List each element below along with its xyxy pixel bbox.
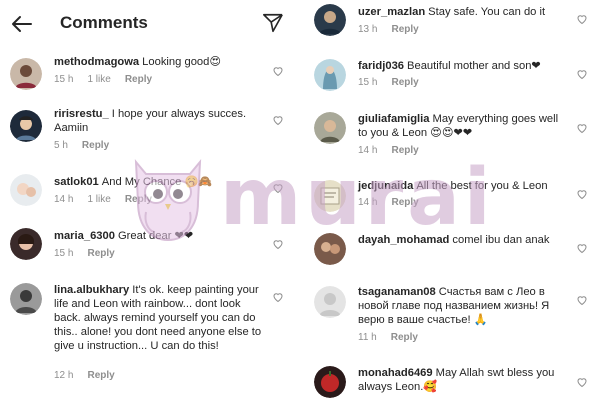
- page-title: Comments: [60, 13, 148, 32]
- comment-time: 12 h: [54, 370, 74, 381]
- comment-body: All the best for you & Leon: [416, 180, 548, 192]
- comment-text: dayah_mohamad comel ibu dan anak: [358, 233, 568, 247]
- like-count[interactable]: 1 like: [87, 74, 110, 85]
- comment-text: methodmagowa Looking good😍: [54, 55, 264, 69]
- comment-text: tsaganaman08 Счастья вам с Лео в новой гл…: [358, 285, 568, 327]
- heart-icon[interactable]: [576, 376, 588, 388]
- comment-text: maria_6300 Great dear ❤❤: [54, 229, 264, 243]
- username[interactable]: tsaganaman08: [358, 286, 436, 298]
- paper-plane-icon[interactable]: [262, 12, 284, 34]
- avatar[interactable]: [314, 59, 346, 91]
- reply-button[interactable]: Reply: [391, 24, 418, 35]
- comment-body: Looking good😍: [142, 56, 222, 68]
- comment-meta: 14 h Reply: [358, 145, 433, 156]
- comment-text: satlok01 And My Chance 🥱🙈: [54, 175, 264, 189]
- comments-panel-left: Comments methodmagowa Looking good😍 15 h1…: [0, 0, 296, 400]
- heart-icon[interactable]: [272, 65, 284, 77]
- comment-time: 5 h: [54, 140, 68, 151]
- avatar[interactable]: [314, 180, 346, 212]
- comment-text: jedjunaida All the best for you & Leon: [358, 179, 568, 193]
- reply-button[interactable]: Reply: [125, 74, 152, 85]
- comment-text: lina.albukhary It's ok. keep painting you…: [54, 283, 264, 353]
- comment-meta: 11 h Reply: [358, 332, 432, 343]
- heart-icon[interactable]: [272, 238, 284, 250]
- username[interactable]: dayah_mohamad: [358, 234, 449, 246]
- comment-time: 14 h: [358, 145, 378, 156]
- comment-time: 15 h: [358, 77, 378, 88]
- comment-text: faridj036 Beautiful mother and son❤: [358, 59, 568, 73]
- comment-time: 13 h: [358, 24, 378, 35]
- avatar[interactable]: [314, 233, 346, 265]
- comment-meta: 5 h Reply: [54, 140, 123, 151]
- avatar[interactable]: [314, 286, 346, 318]
- comment-text: uzer_mazlan Stay safe. You can do it: [358, 5, 568, 19]
- username[interactable]: monahad6469: [358, 367, 433, 379]
- avatar[interactable]: [10, 228, 42, 260]
- username[interactable]: maria_6300: [54, 230, 115, 242]
- comment-text: monahad6469 May Allah swt bless you alway…: [358, 366, 568, 394]
- username[interactable]: giuliafamiglia: [358, 113, 430, 125]
- avatar[interactable]: [10, 58, 42, 90]
- heart-icon[interactable]: [576, 188, 588, 200]
- reply-button[interactable]: Reply: [391, 77, 418, 88]
- heart-icon[interactable]: [576, 242, 588, 254]
- username[interactable]: ririsrestu_: [54, 108, 109, 120]
- reply-button[interactable]: Reply: [82, 140, 109, 151]
- reply-button[interactable]: Reply: [87, 248, 114, 259]
- heart-icon[interactable]: [272, 291, 284, 303]
- comment-time: 14 h: [54, 194, 74, 205]
- reply-button[interactable]: Reply: [391, 145, 418, 156]
- avatar[interactable]: [314, 4, 346, 36]
- reply-button[interactable]: Reply: [87, 370, 114, 381]
- comment-meta: 15 h Reply: [358, 77, 433, 88]
- avatar[interactable]: [10, 283, 42, 315]
- reply-button[interactable]: Reply: [391, 332, 418, 343]
- heart-icon[interactable]: [272, 114, 284, 126]
- comment-body: Stay safe. You can do it: [428, 6, 546, 18]
- comment-time: 11 h: [358, 332, 377, 343]
- heart-icon[interactable]: [576, 68, 588, 80]
- username[interactable]: satlok01: [54, 176, 99, 188]
- comment-body: comel ibu dan anak: [452, 234, 550, 246]
- username[interactable]: uzer_mazlan: [358, 6, 425, 18]
- comment-meta: 12 h Reply: [54, 370, 129, 381]
- comment-meta: 15 h Reply: [54, 248, 129, 259]
- like-count[interactable]: 1 like: [87, 194, 110, 205]
- comment-meta: 14 h 1 like Reply: [54, 194, 166, 205]
- comment-meta: 15 h 1 like Reply: [54, 74, 166, 85]
- username[interactable]: jedjunaida: [358, 180, 413, 192]
- reply-button[interactable]: Reply: [125, 194, 152, 205]
- comment-meta: 13 h Reply: [358, 24, 433, 35]
- comments-header: Comments: [0, 0, 296, 46]
- heart-icon[interactable]: [576, 122, 588, 134]
- heart-icon[interactable]: [576, 294, 588, 306]
- comment-meta: 14 h Reply: [358, 197, 433, 208]
- username[interactable]: faridj036: [358, 60, 404, 72]
- comment-body: And My Chance 🥱🙈: [101, 176, 213, 188]
- comment-time: 14 h: [358, 197, 378, 208]
- avatar[interactable]: [314, 112, 346, 144]
- comment-text: giuliafamiglia May everything goes well t…: [358, 112, 568, 140]
- comment-body: Beautiful mother and son❤: [407, 60, 541, 72]
- comment-time: 15 h: [54, 74, 74, 85]
- comment-text: ririsrestu_ I hope your always succes. Aa…: [54, 107, 264, 135]
- avatar[interactable]: [314, 366, 346, 398]
- avatar[interactable]: [10, 174, 42, 206]
- comment-body: Great dear ❤❤: [117, 230, 194, 242]
- reply-button[interactable]: Reply: [391, 197, 418, 208]
- heart-icon[interactable]: [576, 13, 588, 25]
- username[interactable]: lina.albukhary: [54, 284, 129, 296]
- arrow-left-icon[interactable]: [10, 12, 34, 36]
- comments-panel-right: uzer_mazlan Stay safe. You can do it 13 h…: [304, 0, 600, 400]
- username[interactable]: methodmagowa: [54, 56, 139, 68]
- avatar[interactable]: [10, 110, 42, 142]
- heart-icon[interactable]: [272, 182, 284, 194]
- comment-time: 15 h: [54, 248, 74, 259]
